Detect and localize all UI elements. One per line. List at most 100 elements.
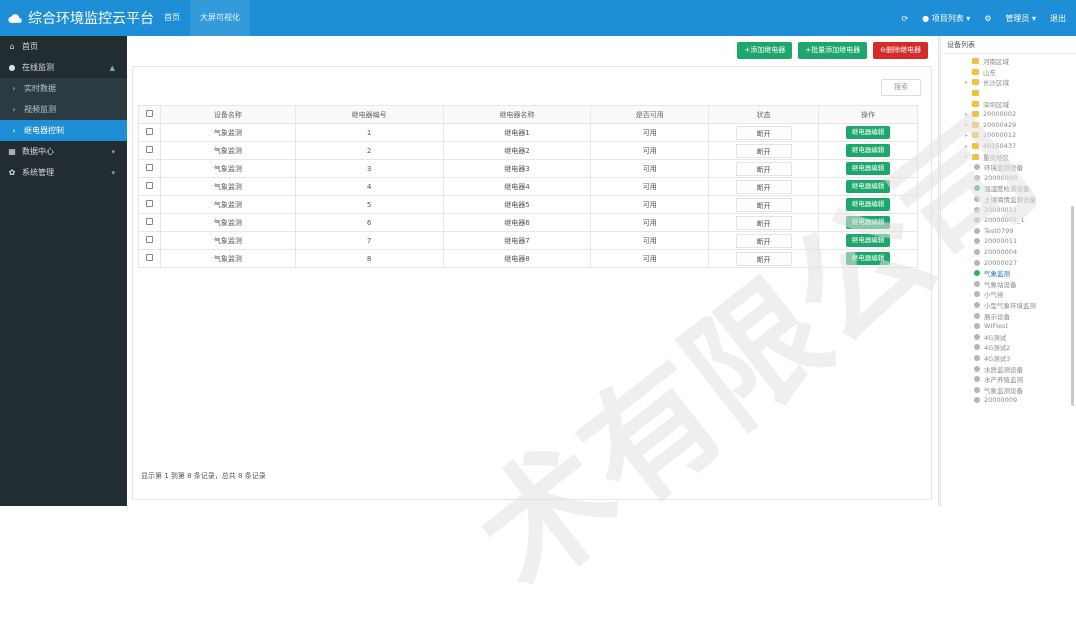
state-badge[interactable]: 断开 xyxy=(735,251,792,266)
row-checkbox-cell[interactable] xyxy=(138,159,161,178)
tree-node[interactable]: ▸ 长沙区域 xyxy=(941,77,1076,88)
tree-node[interactable]: 20000000 xyxy=(941,173,1076,184)
table-row[interactable]: 气象监测 8 继电器8 可用 断开 继电器编辑 xyxy=(138,249,918,268)
tree-node[interactable]: 展示设备 xyxy=(941,310,1076,321)
tree-node[interactable]: 小气候 xyxy=(941,289,1076,300)
scrollbar[interactable] xyxy=(1071,206,1074,406)
tree-node[interactable]: 20000011 xyxy=(941,204,1076,215)
state-badge[interactable]: 断开 xyxy=(735,233,792,248)
tree-node[interactable]: 20000004 xyxy=(941,247,1076,258)
table-row[interactable]: 气象监测 6 继电器6 可用 断开 继电器编辑 xyxy=(138,213,918,232)
tree-node[interactable]: Test0799 xyxy=(941,226,1076,237)
sidebar-item-1[interactable]: ● 在线监测 ▲ xyxy=(0,57,127,78)
state-badge[interactable]: 断开 xyxy=(735,161,792,176)
row-checkbox[interactable] xyxy=(145,164,153,171)
edit-relay-button[interactable]: 继电器编辑 xyxy=(845,252,891,265)
tree-node[interactable]: 温湿度检测设备 xyxy=(941,183,1076,194)
tree-node[interactable]: 4G测试 xyxy=(941,331,1076,342)
row-checkbox[interactable] xyxy=(145,128,153,135)
row-checkbox-cell[interactable] xyxy=(138,141,161,160)
row-checkbox[interactable] xyxy=(145,236,153,243)
column-header[interactable]: 继电器名称 xyxy=(442,105,592,124)
batch-add-relay-button[interactable]: +批量添加继电器 xyxy=(798,41,868,59)
tree-node[interactable]: 4G测试2 xyxy=(941,342,1076,353)
tree-node[interactable] xyxy=(941,88,1076,99)
expand-caret-icon[interactable]: ▸ xyxy=(965,111,972,118)
tree-node[interactable]: 气象站设备 xyxy=(941,278,1076,289)
table-row[interactable]: 气象监测 4 继电器4 可用 断开 继电器编辑 xyxy=(138,177,918,196)
column-header[interactable]: 设备名称 xyxy=(159,105,296,124)
edit-relay-button[interactable]: 继电器编辑 xyxy=(845,126,891,139)
settings-icon[interactable]: ⚙ xyxy=(984,14,991,23)
tree-node[interactable]: ▸ 重庆地区 xyxy=(941,151,1076,162)
tree-node[interactable]: 20000007_1 xyxy=(941,215,1076,226)
expand-arrow-icon[interactable]: ▾ xyxy=(111,169,115,177)
expand-arrow-icon[interactable]: ▲ xyxy=(110,64,115,72)
column-header[interactable]: 状态 xyxy=(708,105,820,124)
app-logo[interactable]: 综合环境监控云平台 xyxy=(0,8,154,28)
column-header[interactable]: 操作 xyxy=(818,105,918,124)
sidebar-item-3[interactable]: › 视频监测 xyxy=(0,99,127,120)
column-header[interactable]: 继电器编号 xyxy=(294,105,444,124)
table-row[interactable]: 气象监测 7 继电器7 可用 断开 继电器编辑 xyxy=(138,231,918,250)
select-all-checkbox-cell[interactable] xyxy=(138,105,161,124)
user-menu[interactable]: 管理员 ▾ xyxy=(1005,13,1036,24)
table-row[interactable]: 气象监测 5 继电器5 可用 断开 继电器编辑 xyxy=(138,195,918,214)
edit-relay-button[interactable]: 继电器编辑 xyxy=(845,216,891,229)
add-relay-button[interactable]: +添加继电器 xyxy=(737,41,793,59)
row-checkbox[interactable] xyxy=(145,182,153,189)
edit-relay-button[interactable]: 继电器编辑 xyxy=(845,234,891,247)
delete-relay-button[interactable]: ⊖删除继电器 xyxy=(873,41,928,59)
tree-node[interactable]: 环境监测设备 xyxy=(941,162,1076,173)
sidebar-item-4[interactable]: › 继电器控制 xyxy=(0,120,127,141)
row-checkbox[interactable] xyxy=(145,218,153,225)
state-badge[interactable]: 断开 xyxy=(735,197,792,212)
sidebar-item-6[interactable]: ✿ 系统管理 ▾ xyxy=(0,162,127,183)
row-checkbox[interactable] xyxy=(145,146,153,153)
tree-node[interactable]: 河南区域 xyxy=(941,56,1076,67)
edit-relay-button[interactable]: 继电器编辑 xyxy=(845,144,891,157)
tree-node[interactable]: ▸ 40150437 xyxy=(941,141,1076,152)
search-input[interactable]: 搜索 xyxy=(881,79,921,96)
sidebar-item-5[interactable]: ▦ 数据中心 ▾ xyxy=(0,141,127,162)
state-badge[interactable]: 断开 xyxy=(735,125,792,140)
tree-node[interactable]: 气象监测设备 xyxy=(941,384,1076,395)
state-badge[interactable]: 断开 xyxy=(735,143,792,158)
logout-link[interactable]: 退出 xyxy=(1050,13,1066,24)
tree-node[interactable]: 20000011 xyxy=(941,236,1076,247)
expand-caret-icon[interactable]: ▸ xyxy=(965,143,972,150)
table-row[interactable]: 气象监测 1 继电器1 可用 断开 继电器编辑 xyxy=(138,123,918,142)
expand-caret-icon[interactable]: ▸ xyxy=(965,153,972,160)
row-checkbox-cell[interactable] xyxy=(138,195,161,214)
project-list-dropdown[interactable]: ● 项目列表 ▾ xyxy=(922,13,970,24)
expand-caret-icon[interactable]: ▸ xyxy=(965,132,972,139)
tree-node[interactable]: 土壤墒情监测设备 xyxy=(941,194,1076,205)
tab-home[interactable]: 首页 xyxy=(154,0,190,36)
tree-node[interactable]: 水质监测设备 xyxy=(941,363,1076,374)
row-checkbox-cell[interactable] xyxy=(138,213,161,232)
row-checkbox[interactable] xyxy=(145,254,153,261)
table-row[interactable]: 气象监测 2 继电器2 可用 断开 继电器编辑 xyxy=(138,141,918,160)
tree-node[interactable]: 深圳区域 xyxy=(941,98,1076,109)
tree-node[interactable]: WIFIest xyxy=(941,321,1076,332)
tree-node[interactable]: 4G测试3 xyxy=(941,353,1076,364)
edit-relay-button[interactable]: 继电器编辑 xyxy=(845,198,891,211)
tree-node[interactable]: 20000027 xyxy=(941,257,1076,268)
edit-relay-button[interactable]: 继电器编辑 xyxy=(845,162,891,175)
tree-node[interactable]: ▸ 20000012 xyxy=(941,130,1076,141)
row-checkbox-cell[interactable] xyxy=(138,177,161,196)
row-checkbox-cell[interactable] xyxy=(138,249,161,268)
tab-big-screen[interactable]: 大屏可视化 xyxy=(190,0,250,36)
select-all-checkbox[interactable] xyxy=(145,110,153,117)
edit-relay-button[interactable]: 继电器编辑 xyxy=(845,180,891,193)
column-header[interactable]: 是否可用 xyxy=(590,105,710,124)
tree-node[interactable]: ▸ 20000429 xyxy=(941,120,1076,131)
tree-node[interactable]: 小型气象环境监测 xyxy=(941,300,1076,311)
sidebar-item-0[interactable]: ⌂ 首页 xyxy=(0,36,127,57)
row-checkbox-cell[interactable] xyxy=(138,123,161,142)
row-checkbox[interactable] xyxy=(145,200,153,207)
state-badge[interactable]: 断开 xyxy=(735,215,792,230)
state-badge[interactable]: 断开 xyxy=(735,179,792,194)
tree-node[interactable]: 水产养殖监测 xyxy=(941,374,1076,385)
tree-node[interactable]: 山东 xyxy=(941,67,1076,78)
